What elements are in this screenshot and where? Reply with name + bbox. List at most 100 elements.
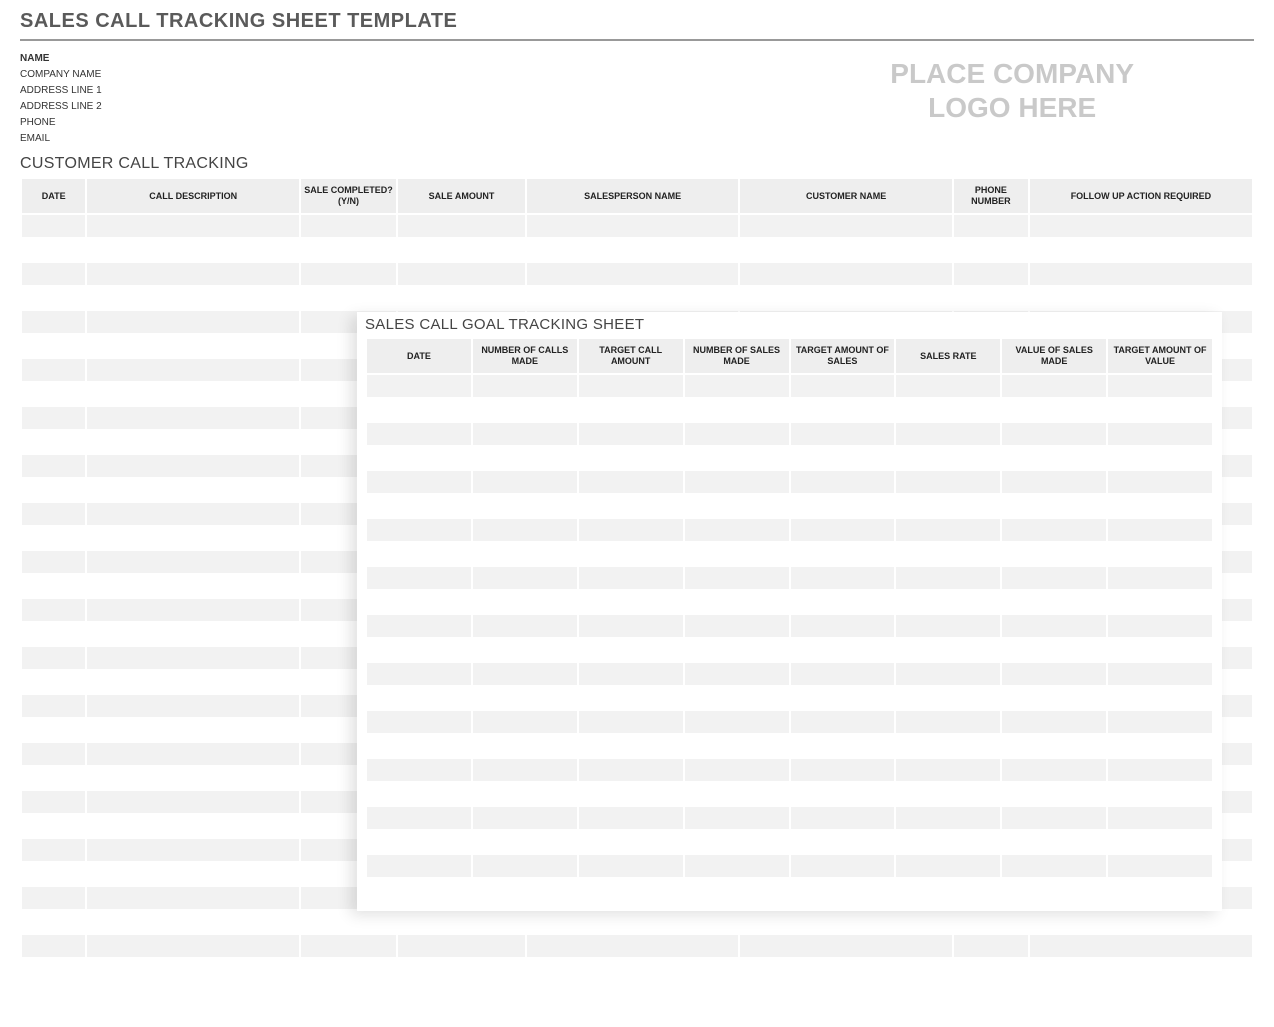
table-cell[interactable] <box>473 879 577 901</box>
table-cell[interactable] <box>791 615 895 637</box>
table-cell[interactable] <box>473 447 577 469</box>
table-cell[interactable] <box>1002 375 1106 397</box>
table-cell[interactable] <box>527 911 738 933</box>
table-cell[interactable] <box>87 815 298 837</box>
table-cell[interactable] <box>791 375 895 397</box>
table-cell[interactable] <box>367 591 471 613</box>
table-cell[interactable] <box>896 759 1000 781</box>
table-cell[interactable] <box>1002 759 1106 781</box>
table-cell[interactable] <box>367 855 471 877</box>
table-cell[interactable] <box>87 263 298 285</box>
table-cell[interactable] <box>367 879 471 901</box>
table-cell[interactable] <box>22 503 85 525</box>
table-cell[interactable] <box>579 519 683 541</box>
table-cell[interactable] <box>367 399 471 421</box>
table-cell[interactable] <box>579 423 683 445</box>
table-cell[interactable] <box>22 263 85 285</box>
table-cell[interactable] <box>527 239 738 261</box>
table-cell[interactable] <box>579 615 683 637</box>
table-cell[interactable] <box>22 743 85 765</box>
table-cell[interactable] <box>473 375 577 397</box>
table-cell[interactable] <box>685 543 789 565</box>
table-cell[interactable] <box>1108 591 1212 613</box>
table-cell[interactable] <box>87 839 298 861</box>
table-cell[interactable] <box>685 687 789 709</box>
table-cell[interactable] <box>954 935 1028 957</box>
table-cell[interactable] <box>791 495 895 517</box>
table-cell[interactable] <box>22 935 85 957</box>
table-cell[interactable] <box>685 471 789 493</box>
table-cell[interactable] <box>1030 935 1252 957</box>
table-cell[interactable] <box>473 711 577 733</box>
table-cell[interactable] <box>87 767 298 789</box>
table-cell[interactable] <box>579 639 683 661</box>
table-cell[interactable] <box>473 687 577 709</box>
table-cell[interactable] <box>896 471 1000 493</box>
table-cell[interactable] <box>473 663 577 685</box>
table-cell[interactable] <box>22 647 85 669</box>
table-cell[interactable] <box>87 743 298 765</box>
table-cell[interactable] <box>791 447 895 469</box>
table-cell[interactable] <box>896 687 1000 709</box>
table-cell[interactable] <box>87 455 298 477</box>
table-cell[interactable] <box>896 519 1000 541</box>
table-cell[interactable] <box>685 495 789 517</box>
table-cell[interactable] <box>740 935 951 957</box>
table-cell[interactable] <box>1108 687 1212 709</box>
table-cell[interactable] <box>1108 495 1212 517</box>
table-cell[interactable] <box>301 215 396 237</box>
table-cell[interactable] <box>579 879 683 901</box>
table-cell[interactable] <box>1002 495 1106 517</box>
table-cell[interactable] <box>22 575 85 597</box>
table-cell[interactable] <box>1108 471 1212 493</box>
table-cell[interactable] <box>22 311 85 333</box>
table-cell[interactable] <box>740 287 951 309</box>
table-cell[interactable] <box>527 935 738 957</box>
table-cell[interactable] <box>1030 263 1252 285</box>
table-cell[interactable] <box>685 375 789 397</box>
table-cell[interactable] <box>87 695 298 717</box>
table-cell[interactable] <box>896 807 1000 829</box>
table-cell[interactable] <box>22 815 85 837</box>
table-cell[interactable] <box>685 639 789 661</box>
table-cell[interactable] <box>896 567 1000 589</box>
table-cell[interactable] <box>473 543 577 565</box>
table-cell[interactable] <box>22 359 85 381</box>
table-cell[interactable] <box>473 519 577 541</box>
table-cell[interactable] <box>473 423 577 445</box>
table-cell[interactable] <box>367 567 471 589</box>
table-cell[interactable] <box>1002 735 1106 757</box>
table-cell[interactable] <box>896 855 1000 877</box>
table-cell[interactable] <box>87 551 298 573</box>
table-cell[interactable] <box>740 239 951 261</box>
table-cell[interactable] <box>22 695 85 717</box>
table-cell[interactable] <box>791 399 895 421</box>
table-cell[interactable] <box>87 599 298 621</box>
table-cell[interactable] <box>22 455 85 477</box>
table-cell[interactable] <box>22 479 85 501</box>
table-cell[interactable] <box>1002 639 1106 661</box>
table-cell[interactable] <box>367 471 471 493</box>
table-cell[interactable] <box>473 591 577 613</box>
table-cell[interactable] <box>896 879 1000 901</box>
table-cell[interactable] <box>896 399 1000 421</box>
table-cell[interactable] <box>896 447 1000 469</box>
table-cell[interactable] <box>1002 711 1106 733</box>
table-cell[interactable] <box>367 615 471 637</box>
table-cell[interactable] <box>1108 879 1212 901</box>
table-cell[interactable] <box>579 783 683 805</box>
table-cell[interactable] <box>367 447 471 469</box>
table-cell[interactable] <box>22 767 85 789</box>
table-cell[interactable] <box>22 911 85 933</box>
table-cell[interactable] <box>1108 519 1212 541</box>
table-cell[interactable] <box>685 759 789 781</box>
table-cell[interactable] <box>685 399 789 421</box>
table-cell[interactable] <box>579 687 683 709</box>
table-cell[interactable] <box>87 431 298 453</box>
table-cell[interactable] <box>791 471 895 493</box>
table-cell[interactable] <box>22 863 85 885</box>
table-cell[interactable] <box>1030 911 1252 933</box>
table-cell[interactable] <box>1108 399 1212 421</box>
table-cell[interactable] <box>1002 879 1106 901</box>
table-cell[interactable] <box>791 639 895 661</box>
